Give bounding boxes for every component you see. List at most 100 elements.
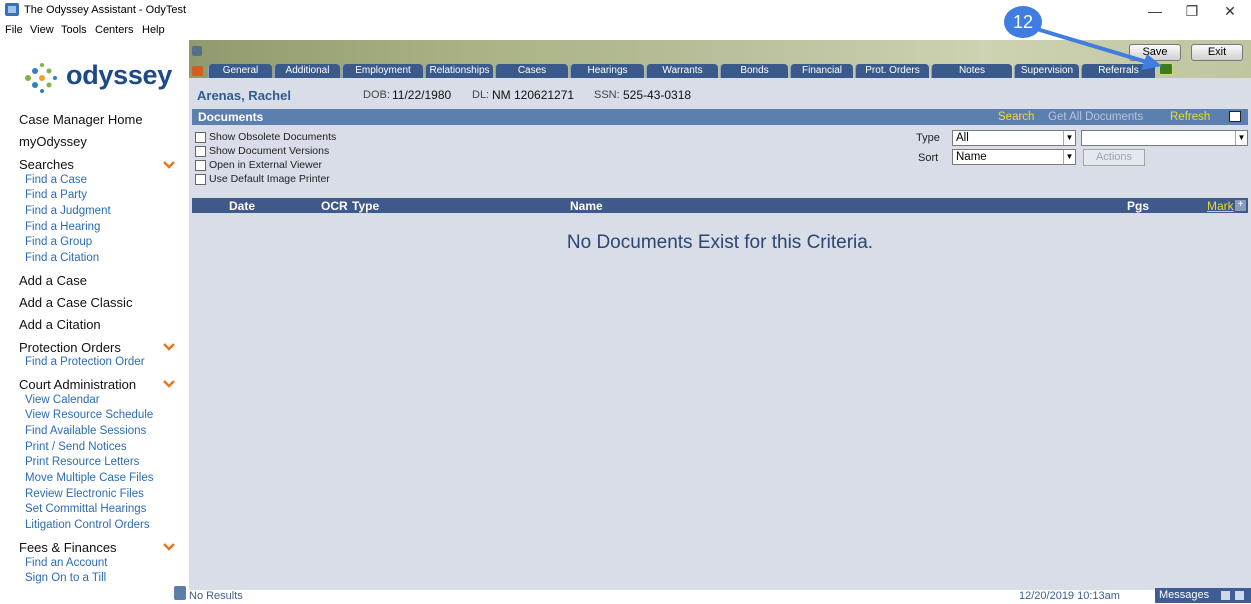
sidebar-link-sign-on-to-a-till[interactable]: Sign On to a Till — [25, 572, 106, 584]
scanner-icon[interactable] — [1229, 111, 1241, 122]
status-bar: No Results 12/20/2019 10:13am Messages — [189, 588, 1251, 604]
sidebar-link-find-available-sessions[interactable]: Find Available Sessions — [25, 425, 146, 437]
party-summary: Arenas, Rachel DOB: 11/22/1980 DL: NM 12… — [189, 85, 1251, 105]
title-bar: The Odyssey Assistant - OdyTest — ❐ ✕ — [0, 0, 1251, 21]
column-ocr[interactable]: OCR — [321, 199, 348, 213]
sidebar-link-print-resource-letters[interactable]: Print Resource Letters — [25, 456, 139, 468]
sidebar-scroll-icon[interactable] — [174, 586, 186, 600]
dob-label: DOB: — [363, 89, 390, 101]
status-text: No Results — [189, 590, 243, 602]
collapse-sidebar-icon[interactable] — [192, 46, 202, 56]
chevron-down-icon[interactable] — [163, 543, 175, 551]
sidebar-add-a-citation[interactable]: Add a Citation — [19, 317, 101, 332]
tab-hearings[interactable]: Hearings — [570, 64, 644, 78]
sidebar-link-find-a-hearing[interactable]: Find a Hearing — [25, 221, 100, 233]
sidebar-link-print-send-notices[interactable]: Print / Send Notices — [25, 441, 127, 453]
chevron-down-icon[interactable] — [163, 343, 175, 351]
ssn-value: 525-43-0318 — [623, 88, 692, 102]
sidebar-case-manager-home[interactable]: Case Manager Home — [19, 112, 143, 127]
menu-file[interactable]: File — [5, 24, 23, 36]
chevron-down-icon[interactable] — [163, 161, 175, 169]
type-select[interactable]: All ▼ — [952, 130, 1076, 146]
type-secondary-select[interactable]: ▼ — [1081, 130, 1248, 146]
messages-button[interactable]: Messages — [1155, 588, 1251, 603]
column-pgs[interactable]: Pgs — [1127, 199, 1149, 213]
callout-number-badge: 12 — [1004, 6, 1042, 38]
tab-relationships[interactable]: Relationships — [425, 64, 493, 78]
tab-scroll-right-icon[interactable] — [1159, 63, 1173, 75]
sidebar-link-find-an-account[interactable]: Find an Account — [25, 557, 107, 569]
tab-cases[interactable]: Cases — [495, 64, 568, 78]
menu-centers[interactable]: Centers — [95, 24, 134, 36]
messages-indicator-icon — [1235, 591, 1244, 600]
dropdown-arrow-icon[interactable]: ▼ — [1235, 131, 1247, 145]
sidebar-link-find-a-judgment[interactable]: Find a Judgment — [25, 205, 111, 217]
sidebar-link-find-a-group[interactable]: Find a Group — [25, 236, 92, 248]
dl-label: DL: — [472, 89, 490, 101]
sidebar-add-a-case-classic[interactable]: Add a Case Classic — [19, 295, 132, 310]
search-link[interactable]: Search — [998, 111, 1034, 123]
sidebar-myodyssey[interactable]: myOdyssey — [19, 134, 87, 149]
close-button[interactable]: ✕ — [1215, 2, 1245, 20]
menu-tools[interactable]: Tools — [61, 24, 87, 36]
sidebar-link-litigation-control-orders[interactable]: Litigation Control Orders — [25, 519, 150, 531]
sidebar-link-find-a-citation[interactable]: Find a Citation — [25, 252, 99, 264]
tab-general[interactable]: General — [208, 64, 272, 78]
tab-scroll-left-icon[interactable] — [192, 66, 203, 76]
column-type[interactable]: Type — [352, 199, 379, 213]
tab-referrals[interactable]: Referrals — [1081, 64, 1155, 78]
tab-prot-orders[interactable]: Prot. Orders — [855, 64, 929, 78]
column-date[interactable]: Date — [229, 199, 255, 213]
tab-additional[interactable]: Additional — [274, 64, 340, 78]
tab-bonds[interactable]: Bonds — [720, 64, 788, 78]
party-name[interactable]: Arenas, Rachel — [197, 88, 291, 103]
expand-plus-icon[interactable]: + — [1235, 200, 1246, 211]
checkbox[interactable] — [195, 132, 206, 143]
sidebar-link-view-resource-schedule[interactable]: View Resource Schedule — [25, 409, 153, 421]
sidebar-link-find-a-case[interactable]: Find a Case — [25, 174, 87, 186]
refresh-link[interactable]: Refresh — [1170, 111, 1210, 123]
sidebar-searches[interactable]: Searches — [19, 157, 74, 172]
sidebar-link-set-committal-hearings[interactable]: Set Committal Hearings — [25, 503, 146, 515]
menu-view[interactable]: View — [30, 24, 54, 36]
header-banner: Save Exit General Additional Employment … — [189, 40, 1251, 78]
sidebar-link-review-electronic-files[interactable]: Review Electronic Files — [25, 488, 144, 500]
get-all-documents-link[interactable]: Get All Documents — [1048, 111, 1143, 123]
save-button[interactable]: Save — [1129, 44, 1181, 61]
tab-employment[interactable]: Employment — [342, 64, 423, 78]
menu-bar: File View Tools Centers Help — [0, 21, 200, 39]
tab-strip: General Additional Employment Relationsh… — [189, 64, 1251, 78]
chevron-down-icon[interactable] — [163, 380, 175, 388]
sidebar-fees-finances[interactable]: Fees & Finances — [19, 540, 117, 555]
tab-notes[interactable]: Notes — [931, 64, 1012, 78]
odyssey-logo: odyssey — [20, 60, 172, 96]
sort-label: Sort — [918, 152, 939, 164]
tab-financial[interactable]: Financial — [790, 64, 853, 78]
minimize-button[interactable]: — — [1140, 2, 1170, 20]
actions-button[interactable]: Actions — [1083, 149, 1145, 166]
sidebar-link-find-a-party[interactable]: Find a Party — [25, 189, 87, 201]
checkbox[interactable] — [195, 174, 206, 185]
sidebar-add-a-case[interactable]: Add a Case — [19, 273, 87, 288]
tab-warrants[interactable]: Warrants — [646, 64, 718, 78]
exit-button[interactable]: Exit — [1191, 44, 1243, 61]
checkbox[interactable] — [195, 146, 206, 157]
dropdown-arrow-icon[interactable]: ▼ — [1063, 131, 1075, 145]
dropdown-arrow-icon[interactable]: ▼ — [1063, 150, 1075, 164]
menu-help[interactable]: Help — [142, 24, 165, 36]
sidebar-link-find-a-protection-order[interactable]: Find a Protection Order — [25, 356, 145, 368]
tab-supervision[interactable]: Supervision — [1014, 64, 1079, 78]
sidebar-protection-orders[interactable]: Protection Orders — [19, 340, 121, 355]
sort-select[interactable]: Name ▼ — [952, 149, 1076, 165]
column-name[interactable]: Name — [570, 199, 603, 213]
main-panel: Save Exit General Additional Employment … — [189, 40, 1251, 590]
sidebar-link-move-multiple-case-files[interactable]: Move Multiple Case Files — [25, 472, 153, 484]
sidebar-link-view-calendar[interactable]: View Calendar — [25, 394, 100, 406]
dl-value: NM 120621271 — [492, 88, 575, 102]
application-window: The Odyssey Assistant - OdyTest — ❐ ✕ Fi… — [0, 0, 1251, 604]
mark-link[interactable]: Mark — [1207, 199, 1234, 213]
restore-button[interactable]: ❐ — [1177, 2, 1207, 20]
checkbox[interactable] — [195, 160, 206, 171]
status-datetime: 12/20/2019 10:13am — [1019, 590, 1120, 602]
sidebar-court-administration[interactable]: Court Administration — [19, 377, 136, 392]
